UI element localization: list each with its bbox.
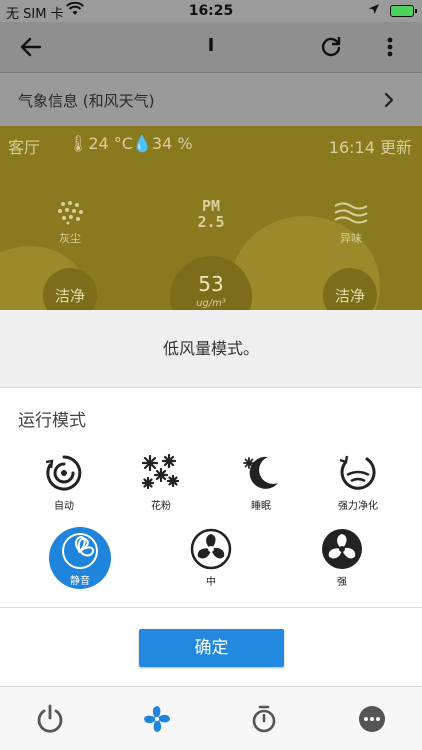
mode-medium[interactable]: 中 xyxy=(171,527,251,588)
mode-description: 低风量模式。 xyxy=(0,310,422,388)
timer-icon[interactable] xyxy=(248,703,280,735)
temperature-value: 24 °C xyxy=(88,134,133,153)
app-bar: I xyxy=(0,22,422,72)
mode-strong-label: 强 xyxy=(337,577,347,588)
power-clean-icon xyxy=(336,451,380,495)
mode-sheet: 低风量模式。 运行模式 自动 花粉 睡眠 强力净化 静音 中 强 确定 xyxy=(0,310,422,750)
bottom-nav xyxy=(0,686,422,750)
mode-auto[interactable]: 自动 xyxy=(24,451,104,512)
mode-section-title: 运行模式 xyxy=(18,411,86,431)
mode-pollen[interactable]: 花粉 xyxy=(121,451,201,512)
auto-icon xyxy=(42,451,86,495)
power-icon[interactable] xyxy=(34,703,66,735)
mode-auto-label: 自动 xyxy=(54,501,74,512)
mode-quiet-label: 静音 xyxy=(70,576,90,587)
mode-quiet[interactable]: 静音 xyxy=(49,527,111,589)
humidity-value: 34 % xyxy=(151,134,193,153)
fan-icon xyxy=(189,527,233,571)
confirm-button[interactable]: 确定 xyxy=(139,629,284,667)
refresh-icon[interactable] xyxy=(318,34,344,60)
odor-icon xyxy=(316,196,386,230)
mode-pollen-label: 花粉 xyxy=(151,501,171,512)
pm25-icon: PM 2.5 xyxy=(176,196,246,230)
weather-info-label: 气象信息 (和风天气) xyxy=(18,92,155,110)
divider xyxy=(0,607,422,608)
room-panel: 客厅 🌡24 °C 💧34 % 16:14 更新 灰尘 PM 2.5 异味 洁净 … xyxy=(0,126,422,310)
more-icon[interactable] xyxy=(356,703,388,735)
pm25-value: 53 xyxy=(198,272,224,296)
pm25-unit: ug/m³ xyxy=(196,298,226,309)
dust-status: 洁净 xyxy=(43,268,97,310)
mode-sleep[interactable]: 睡眠 xyxy=(221,451,301,512)
pollen-icon xyxy=(139,451,183,495)
page-title: I xyxy=(207,35,215,56)
chevron-right-icon xyxy=(382,91,396,109)
pm25-sensor: PM 2.5 xyxy=(176,196,246,230)
status-bar: 无 SIM 卡 16:25 xyxy=(0,0,422,22)
last-updated: 16:14 更新 xyxy=(328,138,412,157)
mode-medium-label: 中 xyxy=(206,577,216,588)
odor-label: 异味 xyxy=(340,232,362,245)
battery-icon xyxy=(390,5,417,17)
fan-icon xyxy=(61,532,99,570)
weather-info-row[interactable]: 气象信息 (和风天气) xyxy=(0,72,422,126)
mode-strong[interactable]: 强 xyxy=(302,527,382,588)
mode-power-clean[interactable]: 强力净化 xyxy=(318,451,398,512)
dust-icon xyxy=(35,196,105,230)
temperature-reading: 🌡24 °C xyxy=(68,134,133,153)
location-icon xyxy=(368,3,380,19)
fan-icon xyxy=(320,527,364,571)
clock: 16:25 xyxy=(188,3,234,19)
fan-icon[interactable] xyxy=(141,703,173,735)
sleep-icon xyxy=(239,451,283,495)
humidity-reading: 💧34 % xyxy=(132,134,193,153)
odor-sensor: 异味 xyxy=(316,196,386,246)
mode-sleep-label: 睡眠 xyxy=(251,501,271,512)
overflow-menu-icon[interactable] xyxy=(380,34,400,60)
dust-sensor: 灰尘 xyxy=(35,196,105,246)
room-name: 客厅 xyxy=(8,138,41,157)
dust-label: 灰尘 xyxy=(59,232,81,245)
svg-text:2.5: 2.5 xyxy=(197,213,224,230)
mode-power-clean-label: 强力净化 xyxy=(338,501,378,512)
